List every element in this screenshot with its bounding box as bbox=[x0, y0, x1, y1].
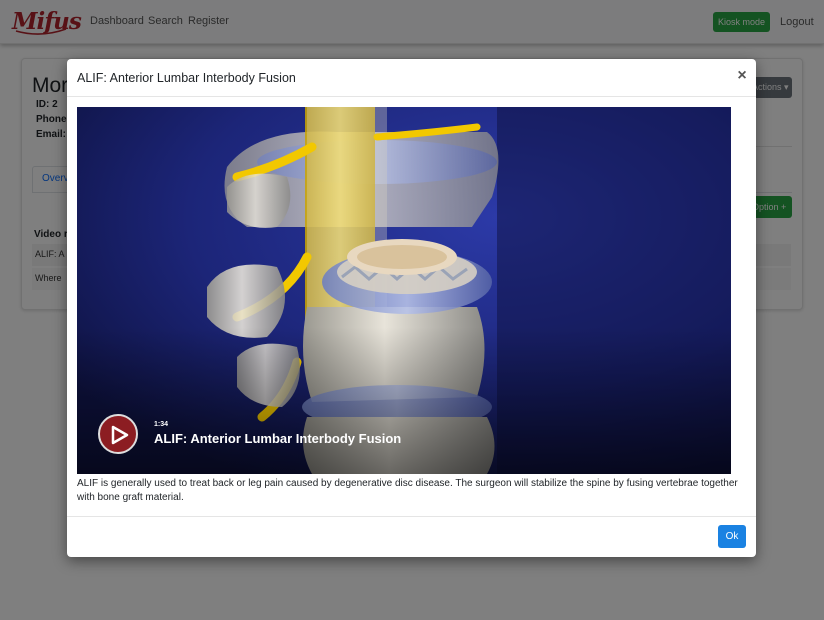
video-description: ALIF is generally used to treat back or … bbox=[77, 478, 738, 503]
video-modal: ALIF: Anterior Lumbar Interbody Fusion × bbox=[67, 59, 756, 557]
modal-title: ALIF: Anterior Lumbar Interbody Fusion bbox=[77, 71, 296, 85]
play-icon bbox=[111, 425, 129, 445]
video-player[interactable]: 1:34 ALIF: Anterior Lumbar Interbody Fus… bbox=[77, 107, 731, 474]
modal-footer-divider bbox=[67, 516, 756, 517]
video-title: ALIF: Anterior Lumbar Interbody Fusion bbox=[154, 431, 402, 446]
close-icon[interactable]: × bbox=[735, 68, 749, 84]
spine-illustration bbox=[77, 107, 731, 474]
video-duration: 1:34 bbox=[154, 421, 169, 428]
play-button[interactable] bbox=[98, 414, 138, 454]
ok-button[interactable]: Ok bbox=[718, 525, 746, 548]
modal-header-divider bbox=[67, 96, 756, 97]
